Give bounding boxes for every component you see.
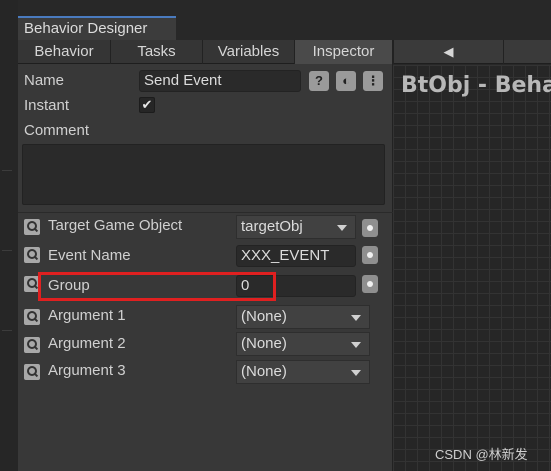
graph-toolbar: ◀ <box>393 40 551 64</box>
name-label: Name <box>24 72 65 89</box>
dropdown-value: (None) <box>241 363 287 380</box>
argument-3-dropdown[interactable]: (None) <box>236 360 370 384</box>
watermark: CSDN @林新发 <box>435 447 528 462</box>
comment-textarea[interactable] <box>22 144 385 205</box>
argument-2-dropdown[interactable]: (None) <box>236 332 370 356</box>
search-icon[interactable] <box>24 337 40 353</box>
left-arrow-icon: ◀ <box>443 44 454 59</box>
field-label-event-name: Event Name <box>48 247 131 264</box>
field-label-argument-3: Argument 3 <box>48 362 126 379</box>
dropdown-value: targetObj <box>241 218 303 235</box>
search-icon[interactable] <box>24 219 40 235</box>
divider <box>18 212 393 213</box>
name-field[interactable]: Send Event <box>139 70 301 92</box>
variable-toggle-button[interactable] <box>362 246 378 264</box>
help-icon: ? <box>315 73 323 88</box>
instant-checkbox[interactable]: ✔ <box>139 97 155 113</box>
left-dock-strip <box>0 0 18 471</box>
search-icon[interactable] <box>24 364 40 380</box>
target-game-object-dropdown[interactable]: targetObj <box>236 215 356 239</box>
search-icon[interactable] <box>24 247 40 263</box>
options-button[interactable]: ⋮ <box>363 71 383 91</box>
chevron-down-icon <box>351 342 361 348</box>
behavior-graph-canvas[interactable]: BtObj - Beha CSDN @林新发 <box>393 65 551 471</box>
variable-toggle-button[interactable] <box>362 275 378 293</box>
variable-toggle-button[interactable] <box>362 219 378 237</box>
help-button[interactable]: ? <box>309 71 329 91</box>
comment-label: Comment <box>24 122 90 139</box>
toolbar-button[interactable] <box>503 40 551 64</box>
menu-dots-icon: ⋮ <box>366 73 380 88</box>
tab-bar: Behavior Tasks Variables Inspector <box>18 40 393 64</box>
chevron-down-icon <box>351 370 361 376</box>
search-icon[interactable] <box>24 309 40 325</box>
dropdown-value: (None) <box>241 308 287 325</box>
tab-tasks[interactable]: Tasks <box>111 40 203 64</box>
field-label-argument-2: Argument 2 <box>48 335 126 352</box>
toggle-button[interactable]: ◐ <box>336 71 356 91</box>
field-label-argument-1: Argument 1 <box>48 307 126 324</box>
dropdown-value: (None) <box>241 335 287 352</box>
argument-1-dropdown[interactable]: (None) <box>236 305 370 329</box>
instant-label: Instant <box>24 97 70 114</box>
event-name-field[interactable]: XXX_EVENT <box>236 245 356 267</box>
graph-title: BtObj - Beha <box>401 73 551 98</box>
tab-inspector[interactable]: Inspector <box>295 40 393 64</box>
check-icon: ✔ <box>141 97 153 112</box>
tab-variables[interactable]: Variables <box>203 40 295 64</box>
tab-behavior[interactable]: Behavior <box>18 40 111 64</box>
back-button[interactable]: ◀ <box>393 40 503 64</box>
window-tab-title[interactable]: Behavior Designer <box>18 16 176 40</box>
contrast-icon: ◐ <box>342 73 350 88</box>
field-label-target-game-object: Target Game Object <box>48 217 183 234</box>
chevron-down-icon <box>351 315 361 321</box>
chevron-down-icon <box>337 225 347 231</box>
highlight-box <box>38 272 276 301</box>
